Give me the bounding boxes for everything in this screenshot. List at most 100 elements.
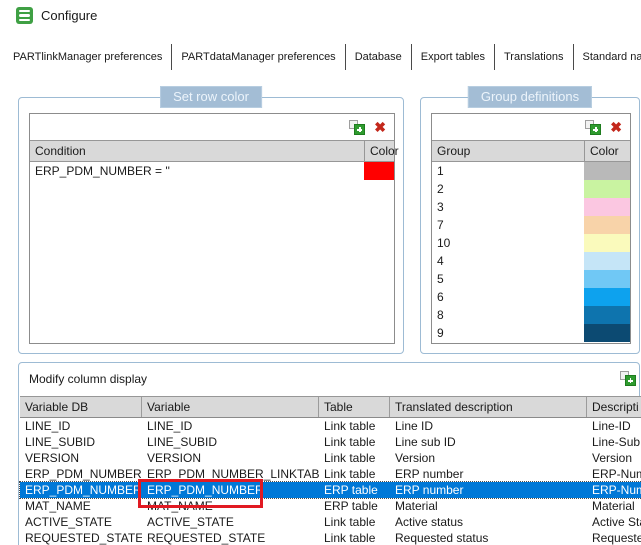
group-definitions-table: ✖ Group Color 1 2 3 7 10 4 5 6 8 9: [431, 113, 631, 344]
table-row-selected[interactable]: ERP_PDM_NUMBER ERP_PDM_NUMBER ERP table …: [19, 481, 641, 499]
header-description[interactable]: Descripti: [587, 397, 641, 417]
group-color-swatch[interactable]: [584, 252, 630, 270]
cell-variable: ACTIVE_STATE: [147, 515, 234, 529]
group-color-swatch[interactable]: [584, 162, 630, 180]
table-row[interactable]: ERP_PDM_NUMBER ERP_PDM_NUMBER_LINKTABLE …: [20, 466, 641, 482]
table-row[interactable]: ACTIVE_STATE ACTIVE_STATE Link table Act…: [20, 514, 641, 530]
group-color-swatch[interactable]: [584, 324, 630, 342]
cell-variable: LINE_ID: [147, 419, 193, 433]
cell-translated-description: Version: [395, 451, 436, 465]
set-row-color-groupbox: Set row color ✖ Condition Color ERP_PDM_…: [18, 86, 404, 354]
group-color-swatch[interactable]: [584, 198, 630, 216]
group-row[interactable]: 5: [432, 270, 630, 288]
cell-description: Active Sta: [592, 515, 641, 529]
group-row[interactable]: 2: [432, 180, 630, 198]
group-label: 5: [437, 272, 444, 286]
column-display-table: Variable DB Variable Table Translated de…: [19, 396, 641, 545]
database-stack-icon: [16, 7, 33, 24]
group-label: 10: [437, 236, 451, 250]
group-label: 9: [437, 326, 444, 340]
configure-dialog: Configure PARTlinkManager preferences PA…: [0, 0, 641, 545]
group-row[interactable]: 7: [432, 216, 630, 234]
cell-variable: MAT_NAME: [147, 499, 213, 513]
modify-column-display-panel: Modify column display Variable DB Variab…: [18, 362, 641, 545]
tab-partlinkmanager-preferences[interactable]: PARTlinkManager preferences: [4, 44, 173, 70]
group-color-swatch[interactable]: [584, 180, 630, 198]
cell-variable: REQUESTED_STATE: [147, 531, 266, 545]
header-table[interactable]: Table: [319, 397, 390, 417]
cell-variable-db: LINE_ID: [25, 419, 71, 433]
tab-partdatamanager-preferences[interactable]: PARTdataManager preferences: [172, 44, 346, 70]
cell-translated-description: ERP number: [395, 483, 464, 497]
cell-variable-db: ERP_PDM_NUMBER: [25, 483, 142, 497]
group-label: 4: [437, 254, 444, 268]
cell-translated-description: Material: [395, 499, 438, 513]
header-translated-description[interactable]: Translated description: [390, 397, 587, 417]
column-display-header: Variable DB Variable Table Translated de…: [20, 396, 641, 418]
cell-variable-db: ACTIVE_STATE: [25, 515, 112, 529]
row-color-rule-row[interactable]: ERP_PDM_NUMBER = '': [30, 162, 394, 180]
group-definitions-title: Group definitions: [467, 86, 593, 108]
table-row[interactable]: VERSION VERSION Link table Version Versi…: [20, 450, 641, 466]
cell-variable-db: LINE_SUBID: [25, 435, 96, 449]
group-color-column-header[interactable]: Color: [584, 141, 630, 161]
group-row[interactable]: 6: [432, 288, 630, 306]
cell-table: Link table: [324, 531, 376, 545]
cell-translated-description: Line sub ID: [395, 435, 456, 449]
table-row[interactable]: LINE_ID LINE_ID Link table Line ID Line-…: [20, 418, 641, 434]
cell-description: Line-ID: [592, 419, 631, 433]
cell-table: ERP table: [324, 483, 378, 497]
group-color-swatch[interactable]: [584, 288, 630, 306]
tab-translations[interactable]: Translations: [495, 44, 574, 70]
group-row[interactable]: 3: [432, 198, 630, 216]
tab-database[interactable]: Database: [346, 44, 412, 70]
cell-variable: LINE_SUBID: [147, 435, 218, 449]
group-definitions-groupbox: Group definitions ✖ Group Color 1 2 3 7 …: [420, 86, 640, 354]
cell-table: Link table: [324, 451, 376, 465]
header-variable[interactable]: Variable: [142, 397, 319, 417]
tab-export-tables[interactable]: Export tables: [412, 44, 495, 70]
group-row[interactable]: 4: [432, 252, 630, 270]
table-row[interactable]: MAT_NAME MAT_NAME ERP table Material Mat…: [20, 498, 641, 514]
group-definitions-rows: 1 2 3 7 10 4 5 6 8 9: [432, 162, 630, 343]
group-column-header[interactable]: Group: [432, 141, 584, 161]
cell-variable-db: MAT_NAME: [25, 499, 91, 513]
group-definitions-header: Group Color: [432, 140, 630, 162]
condition-color-swatch[interactable]: [364, 162, 394, 180]
group-color-swatch[interactable]: [584, 270, 630, 288]
cell-variable: ERP_PDM_NUMBER: [147, 483, 264, 497]
table-row[interactable]: LINE_SUBID LINE_SUBID Link table Line su…: [20, 434, 641, 450]
set-row-color-header: Condition Color: [30, 140, 399, 162]
table-row[interactable]: REQUESTED_STATE REQUESTED_STATE Link tab…: [20, 530, 641, 545]
cell-translated-description: Requested status: [395, 531, 489, 545]
delete-row-color-icon[interactable]: ✖: [374, 119, 386, 135]
group-label: 8: [437, 308, 444, 322]
cell-description: Line-Sub: [592, 435, 641, 449]
cell-variable-db: ERP_PDM_NUMBER: [25, 467, 142, 481]
set-row-color-toolbar: ✖: [30, 114, 394, 140]
add-row-color-icon[interactable]: [349, 119, 366, 135]
cell-description: Requeste: [592, 531, 641, 545]
group-color-swatch[interactable]: [584, 306, 630, 324]
cell-description: ERP-Num: [592, 483, 641, 497]
group-row[interactable]: 1: [432, 162, 630, 180]
cell-table: ERP table: [324, 499, 378, 513]
group-row[interactable]: 10: [432, 234, 630, 252]
cell-variable: ERP_PDM_NUMBER_LINKTABLE: [147, 467, 319, 481]
cell-translated-description: Line ID: [395, 419, 434, 433]
group-color-swatch[interactable]: [584, 234, 630, 252]
group-color-swatch[interactable]: [584, 216, 630, 234]
cell-table: Link table: [324, 515, 376, 529]
group-row[interactable]: 9: [432, 324, 630, 342]
tab-standard-name[interactable]: Standard name: [574, 44, 641, 70]
cell-description: Material: [592, 499, 635, 513]
color-column-header[interactable]: Color: [364, 141, 399, 161]
group-row[interactable]: 8: [432, 306, 630, 324]
add-column-icon[interactable]: [620, 370, 636, 386]
header-variable-db[interactable]: Variable DB: [20, 397, 142, 417]
condition-cell[interactable]: ERP_PDM_NUMBER = '': [30, 162, 364, 180]
add-group-icon[interactable]: [585, 119, 602, 135]
condition-column-header[interactable]: Condition: [30, 141, 364, 161]
cell-table: Link table: [324, 419, 376, 433]
delete-group-icon[interactable]: ✖: [610, 119, 622, 135]
